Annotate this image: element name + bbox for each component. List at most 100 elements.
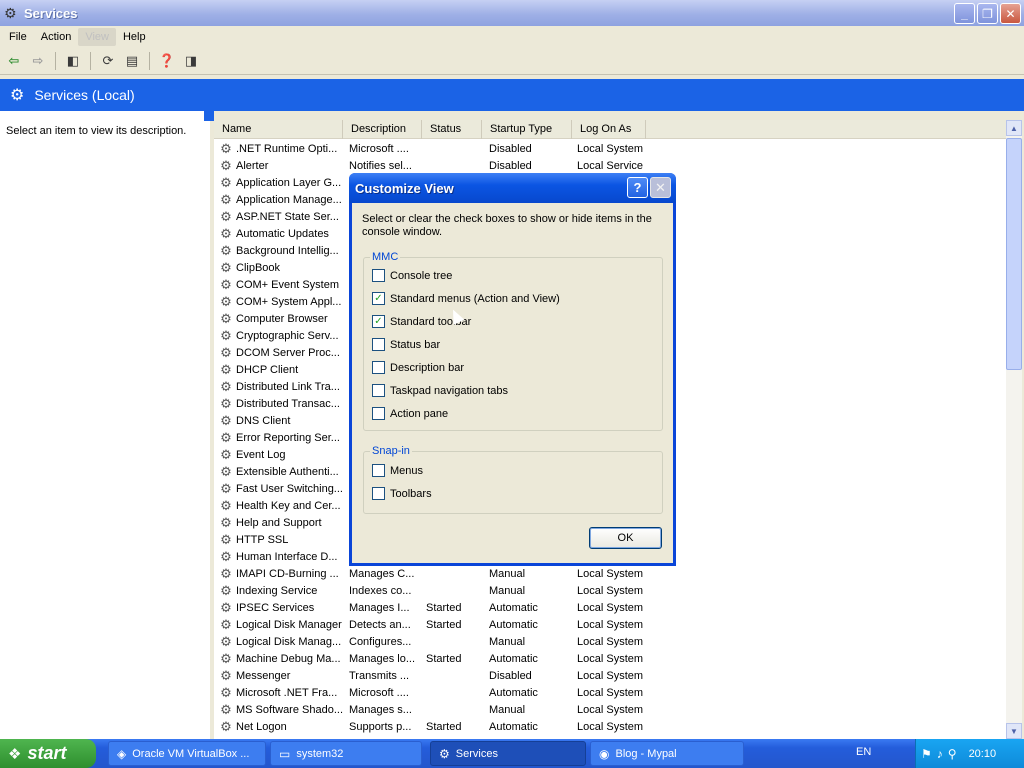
dialog-help-button[interactable]: ?: [627, 177, 648, 198]
help-topics-icon[interactable]: ❓: [156, 50, 178, 72]
checkbox[interactable]: [372, 384, 385, 397]
service-name: MS Software Shado...: [236, 703, 343, 716]
checkbox[interactable]: ✓: [372, 315, 385, 328]
service-gear-icon: ⚙: [220, 650, 232, 666]
toolbar-separator: [149, 52, 150, 70]
service-name: Health Key and Cer...: [236, 499, 341, 512]
column-startup-type[interactable]: Startup Type: [482, 120, 572, 139]
service-name: Logical Disk Manag...: [236, 635, 342, 648]
column-description[interactable]: Description: [343, 120, 422, 139]
service-gear-icon: ⚙: [220, 616, 232, 632]
window-titlebar[interactable]: ⚙ Services _ ❐ ✕: [0, 0, 1024, 26]
checkbox-label: Console tree: [390, 269, 453, 282]
option-status-bar[interactable]: Status bar: [372, 338, 440, 351]
service-logon: Local System: [577, 720, 644, 733]
checkbox-label: Action pane: [390, 407, 449, 420]
service-row[interactable]: ⚙ MS Software Shado... Manages s... Manual L…: [214, 701, 1006, 718]
console-header: ⚙ Services (Local): [0, 79, 1024, 111]
service-row[interactable]: ⚙ Machine Debug Ma... Manages lo... Started…: [214, 650, 1006, 667]
gear-icon: ⚙: [439, 746, 450, 761]
option-action-pane[interactable]: Action pane: [372, 407, 448, 420]
vertical-scrollbar[interactable]: ▲ ▼: [1006, 120, 1022, 739]
volume-icon[interactable]: ♪: [937, 747, 943, 761]
refresh-icon[interactable]: ⟳: [97, 50, 119, 72]
column-name[interactable]: Name: [214, 120, 343, 139]
scroll-up-arrow-icon[interactable]: ▲: [1006, 120, 1022, 136]
checkbox[interactable]: [372, 338, 385, 351]
task-system32[interactable]: ▭ system32: [270, 741, 422, 766]
start-button[interactable]: ❖ start: [0, 739, 96, 768]
service-name: DCOM Server Proc...: [236, 346, 340, 359]
option-menus[interactable]: Menus: [372, 464, 423, 477]
column-status[interactable]: Status: [422, 120, 482, 139]
service-row[interactable]: ⚙ Logical Disk Manager Detects an... Starte…: [214, 616, 1006, 633]
service-gear-icon: ⚙: [220, 395, 232, 411]
task-virtualbox[interactable]: ◈ Oracle VM VirtualBox ...: [108, 741, 266, 766]
service-logon: Local System: [577, 601, 644, 614]
option-taskpad-navigation-tabs[interactable]: Taskpad navigation tabs: [372, 384, 508, 397]
service-row[interactable]: ⚙ .NET Runtime Opti... Microsoft .... Disab…: [214, 140, 1006, 157]
service-row[interactable]: ⚙ Indexing Service Indexes co... Manual Loca…: [214, 582, 1006, 599]
service-name: Automatic Updates: [236, 227, 329, 240]
language-indicator[interactable]: EN: [856, 746, 871, 758]
scroll-down-arrow-icon[interactable]: ▼: [1006, 723, 1022, 739]
service-startup-type: Automatic: [489, 601, 538, 614]
service-gear-icon: ⚙: [220, 684, 232, 700]
system-tray: ⚑ ♪ ⚲ 20:10: [915, 739, 1024, 768]
checkbox[interactable]: ✓: [372, 292, 385, 305]
checkbox-label: Toolbars: [390, 487, 432, 500]
menu-view[interactable]: View: [78, 28, 116, 46]
option-description-bar[interactable]: Description bar: [372, 361, 464, 374]
back-arrow-icon[interactable]: ⇦: [3, 50, 25, 72]
checkbox-label: Taskpad navigation tabs: [390, 384, 509, 397]
restore-button[interactable]: ❐: [977, 3, 998, 24]
service-startup-type: Automatic: [489, 652, 538, 665]
ok-button[interactable]: OK: [589, 527, 662, 549]
menu-help[interactable]: Help: [116, 28, 153, 46]
option-standard-menus-action-and-view[interactable]: ✓ Standard menus (Action and View): [372, 292, 560, 305]
virtualbox-icon: ◈: [117, 746, 127, 761]
service-row[interactable]: ⚙ Logical Disk Manag... Configures... Manua…: [214, 633, 1006, 650]
checkbox[interactable]: [372, 464, 385, 477]
checkbox[interactable]: [372, 269, 385, 282]
export-list-icon[interactable]: ▤: [121, 50, 143, 72]
show-hide-tree-icon[interactable]: ◧: [62, 50, 84, 72]
service-row[interactable]: ⚙ IPSEC Services Manages I... Started Automa…: [214, 599, 1006, 616]
option-console-tree[interactable]: Console tree: [372, 269, 452, 282]
checkbox[interactable]: [372, 361, 385, 374]
checkbox[interactable]: [372, 487, 385, 500]
service-row[interactable]: ⚙ Messenger Transmits ... Disabled Local Sys…: [214, 667, 1006, 684]
service-description: Microsoft ....: [349, 686, 409, 699]
service-row[interactable]: ⚙ Alerter Notifies sel... Disabled Local Ser…: [214, 157, 1006, 174]
dialog-close-button[interactable]: ✕: [650, 177, 671, 198]
service-row[interactable]: ⚙ IMAPI CD-Burning ... Manages C... Manual L…: [214, 565, 1006, 582]
service-name: Application Manage...: [236, 193, 342, 206]
service-row[interactable]: ⚙ Net Logon Supports p... Started Automatic L…: [214, 718, 1006, 735]
search-icon[interactable]: ⚲: [948, 747, 957, 761]
service-name: Cryptographic Serv...: [236, 329, 339, 342]
checkbox[interactable]: [372, 407, 385, 420]
service-row[interactable]: ⚙ Microsoft .NET Fra... Microsoft .... Auto…: [214, 684, 1006, 701]
scroll-thumb[interactable]: [1006, 138, 1022, 370]
minimize-button[interactable]: _: [954, 3, 975, 24]
menu-file[interactable]: File: [2, 28, 34, 46]
task-blog-mypal[interactable]: ◉ Blog - Mypal: [590, 741, 744, 766]
service-gear-icon: ⚙: [220, 599, 232, 615]
service-logon: Local System: [577, 669, 644, 682]
network-icon[interactable]: ⚑: [921, 747, 932, 761]
service-logon: Local System: [577, 584, 644, 597]
show-action-pane-icon[interactable]: ◨: [180, 50, 202, 72]
service-startup-type: Automatic: [489, 686, 538, 699]
service-description: Microsoft ....: [349, 142, 409, 155]
column-log-on-as[interactable]: Log On As: [572, 120, 646, 139]
menu-action[interactable]: Action: [34, 28, 79, 46]
option-toolbars[interactable]: Toolbars: [372, 487, 432, 500]
service-startup-type: Manual: [489, 703, 526, 716]
close-window-button[interactable]: ✕: [1000, 3, 1021, 24]
forward-arrow-icon[interactable]: ⇨: [27, 50, 49, 72]
service-description: Detects an...: [349, 618, 411, 631]
task-services[interactable]: ⚙ Services: [430, 741, 586, 766]
browser-icon: ◉: [599, 746, 610, 761]
clock[interactable]: 20:10: [969, 748, 997, 760]
service-gear-icon: ⚙: [220, 446, 232, 462]
